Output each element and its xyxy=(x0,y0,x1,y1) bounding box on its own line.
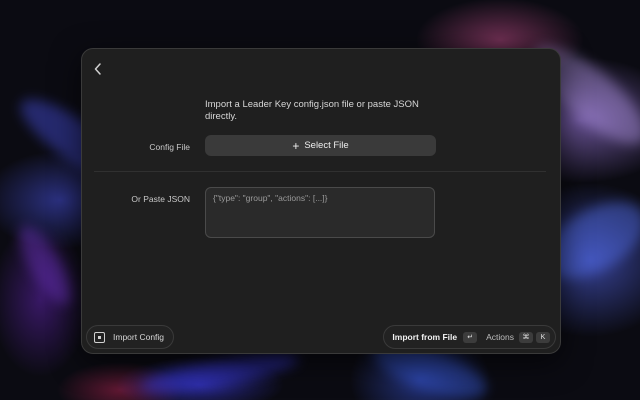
config-file-label: Config File xyxy=(149,142,190,152)
select-file-button[interactable]: + Select File xyxy=(205,135,436,156)
import-config-label: Import Config xyxy=(113,332,165,342)
paste-json-label: Or Paste JSON xyxy=(131,194,190,204)
back-button[interactable] xyxy=(90,60,106,78)
return-key-icon: ↵ xyxy=(463,331,478,343)
paste-json-textarea[interactable]: {"type": "group", "actions": [...]} xyxy=(205,187,435,238)
select-file-label: Select File xyxy=(304,140,349,151)
section-divider xyxy=(94,171,546,172)
extension-icon xyxy=(94,331,105,343)
command-key-icon: ⌘ xyxy=(519,331,533,343)
footer-actions: Import from File ↵ Actions ⌘ K xyxy=(383,325,556,349)
plus-icon: + xyxy=(292,138,300,153)
actions-button[interactable]: Actions xyxy=(486,332,514,342)
chevron-left-icon xyxy=(94,63,101,75)
wallpaper-streak xyxy=(139,346,301,399)
intro-description: Import a Leader Key config.json file or … xyxy=(205,99,419,122)
paste-json-placeholder: {"type": "group", "actions": [...]} xyxy=(213,193,328,203)
k-key: K xyxy=(536,331,550,343)
import-config-pill[interactable]: Import Config xyxy=(86,325,175,349)
wallpaper-streak xyxy=(9,218,81,312)
import-config-window: Import a Leader Key config.json file or … xyxy=(81,48,561,354)
import-from-file-button[interactable]: Import from File xyxy=(392,332,457,342)
action-footer: Import Config Import from File ↵ Actions… xyxy=(82,320,560,353)
